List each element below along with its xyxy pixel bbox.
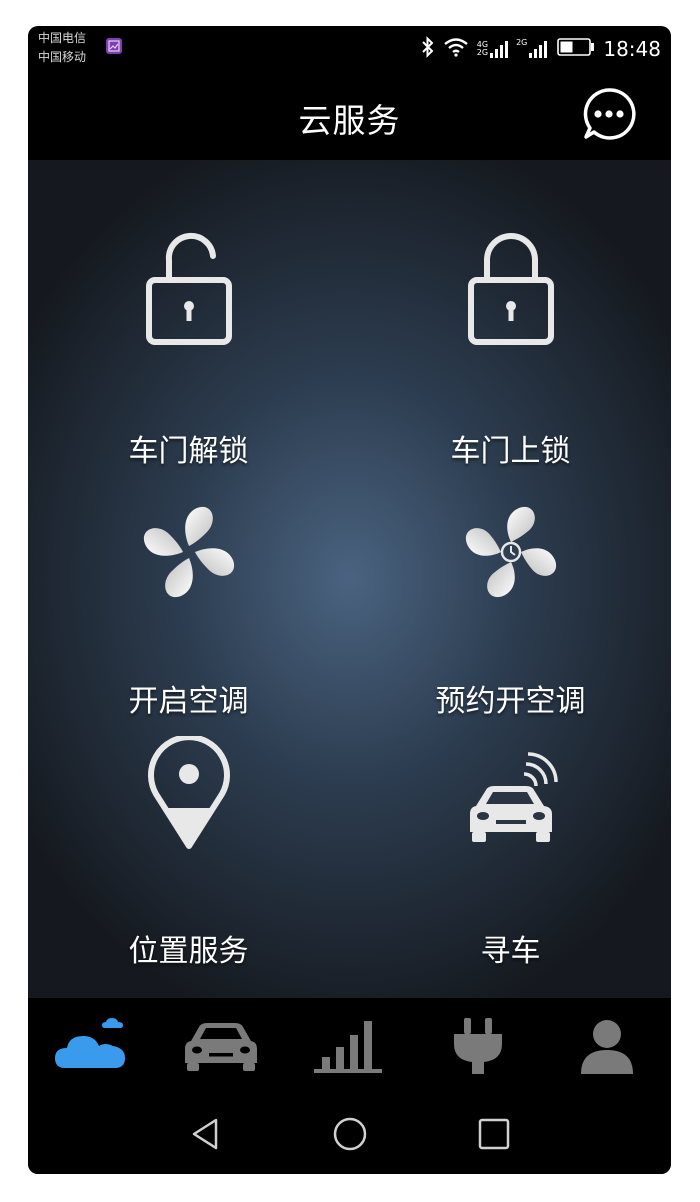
page-title: 云服务 (298, 101, 401, 140)
fan-timer-icon (350, 480, 671, 600)
bottom-tab-bar (28, 998, 671, 1094)
schedule-ac-label: 预约开空调 (435, 684, 586, 719)
signal-4g-icon: 4G 2G (476, 39, 509, 59)
plug-icon (454, 1018, 503, 1074)
carrier-label-2: 中国移动 (38, 50, 87, 64)
tab-charging[interactable] (414, 998, 543, 1094)
unlock-icon (28, 230, 349, 350)
start-ac-button[interactable]: 开启空调 (28, 480, 349, 730)
bar-chart-icon (314, 1021, 383, 1073)
title-bar: 云服务 (28, 76, 671, 160)
back-triangle-icon (192, 1118, 218, 1150)
carrier-label-1: 中国电信 (38, 31, 87, 45)
person-icon (580, 1020, 633, 1074)
cloud-icon (55, 1018, 126, 1068)
home-circle-icon (333, 1117, 367, 1151)
car-icon (184, 1023, 257, 1071)
network-label-2g: 2G (476, 48, 489, 57)
network-label-2g-secondary: 2G (516, 38, 528, 47)
door-unlock-label: 车门解锁 (128, 434, 249, 469)
tab-cloud-service[interactable] (28, 998, 157, 1094)
status-bar: 中国电信 中国移动 4G 2G 2G 18:48 (28, 26, 671, 76)
wifi-icon (443, 37, 469, 61)
system-navigation-bar (28, 1094, 671, 1174)
door-lock-button[interactable]: 车门上锁 (350, 230, 671, 480)
clock: 18:48 (603, 37, 661, 61)
phone-screen: 中国电信 中国移动 4G 2G 2G 18:48 云服务 车门解锁 车门上锁 开… (28, 26, 671, 1174)
more-options-button[interactable] (582, 87, 636, 141)
location-pin-icon (28, 730, 349, 850)
signal-2g-icon: 2G (516, 39, 549, 59)
lock-icon (350, 230, 671, 350)
door-unlock-button[interactable]: 车门解锁 (28, 230, 349, 480)
car-signal-icon (350, 730, 671, 850)
schedule-ac-button[interactable]: 预约开空调 (350, 480, 671, 730)
recents-button[interactable] (474, 1114, 514, 1154)
tab-profile[interactable] (542, 998, 671, 1094)
chat-more-icon (583, 88, 636, 140)
location-service-button[interactable]: 位置服务 (28, 730, 349, 980)
recents-square-icon (478, 1118, 510, 1150)
find-car-label: 寻车 (480, 934, 541, 969)
bluetooth-icon (421, 36, 435, 62)
back-button[interactable] (186, 1114, 226, 1154)
tab-statistics[interactable] (285, 998, 414, 1094)
find-car-button[interactable]: 寻车 (350, 730, 671, 980)
home-button[interactable] (330, 1114, 370, 1154)
location-service-label: 位置服务 (128, 934, 249, 969)
door-lock-label: 车门上锁 (450, 434, 571, 469)
gallery-notification-icon (106, 38, 122, 54)
start-ac-label: 开启空调 (128, 684, 249, 719)
status-icons: 4G 2G 2G 18:48 (421, 34, 661, 64)
tab-vehicle[interactable] (157, 998, 286, 1094)
fan-icon (28, 480, 349, 600)
service-grid: 车门解锁 车门上锁 开启空调 预约开空调 位置服务 寻车 (28, 160, 671, 998)
battery-icon (557, 38, 595, 60)
